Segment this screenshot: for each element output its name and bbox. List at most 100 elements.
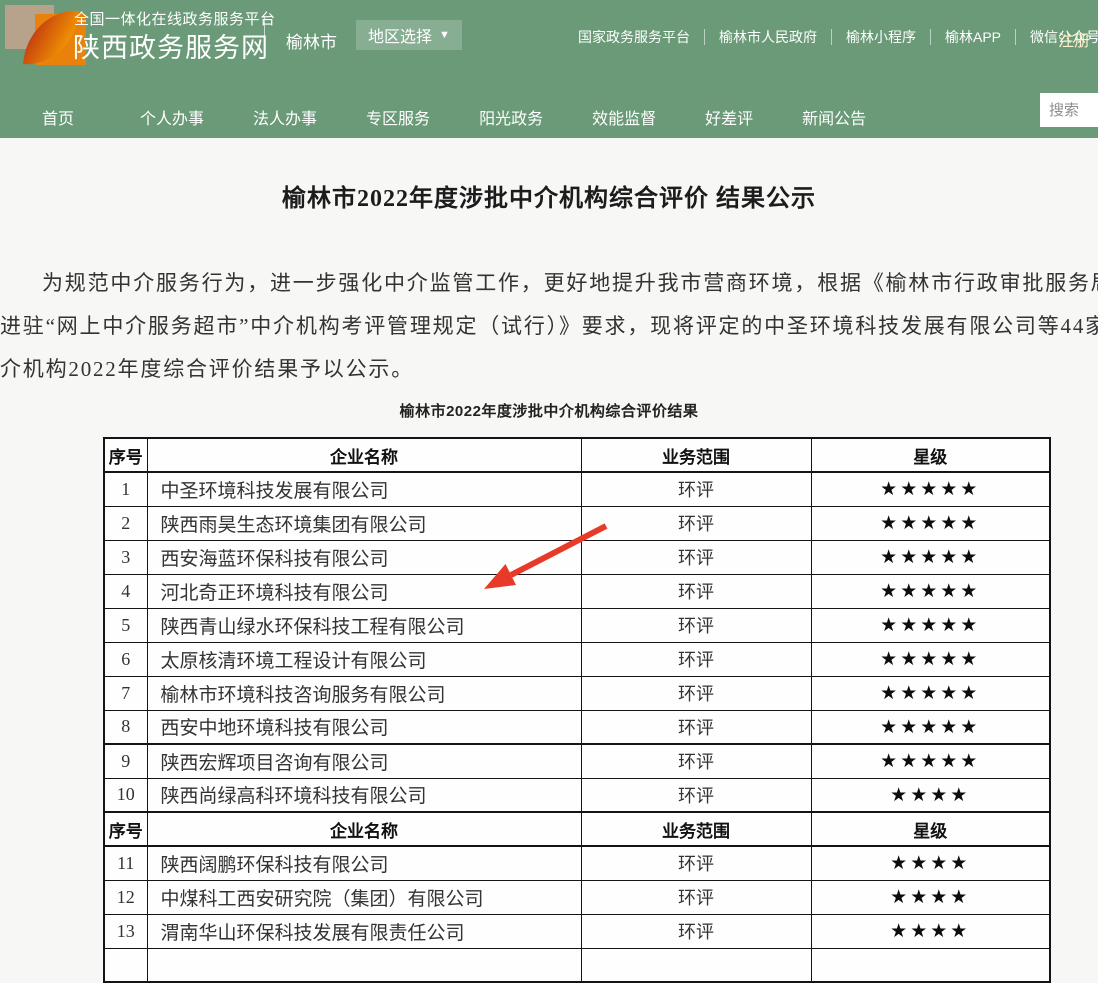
cell-seq: 6: [104, 642, 147, 676]
cell-stars: ★★★★★: [811, 574, 1050, 608]
cell-scope: 环评: [581, 506, 811, 540]
nav-item-efficiency[interactable]: 效能监督: [592, 105, 656, 129]
table-row: 9 陕西宏辉项目咨询有限公司 环评 ★★★★★: [104, 744, 1050, 778]
cell-seq: 7: [104, 676, 147, 710]
table-header-row: 序号 企业名称 业务范围 星级: [104, 812, 1050, 846]
table-row: 4 河北奇正环境科技有限公司 环评 ★★★★★: [104, 574, 1050, 608]
paragraph-line: 介机构2022年度综合评价结果予以公示。: [0, 348, 1098, 391]
cell-company: 渭南华山环保科技发展有限责任公司: [147, 914, 581, 948]
announcement-paragraph: 为规范中介服务行为，进一步强化中介监管工作，更好地提升我市营商环境，根据《榆林市…: [0, 262, 1098, 391]
top-link-national-platform[interactable]: 国家政务服务平台: [578, 29, 705, 45]
cell-scope: 环评: [581, 914, 811, 948]
cell-seq: 8: [104, 710, 147, 744]
cell-stars: ★★★★★: [811, 472, 1050, 506]
top-links: 国家政务服务平台 榆林市人民政府 榆林小程序 榆林APP 微信公众号: [578, 29, 1098, 45]
cell-company: 陕西宏辉项目咨询有限公司: [147, 744, 581, 778]
table-caption: 榆林市2022年度涉批中介机构综合评价结果: [0, 400, 1098, 421]
cell-stars: ★★★★: [811, 846, 1050, 880]
page: { "header": { "platform_small": "全国一体化在线…: [0, 0, 1098, 947]
table-row: 6 太原核清环境工程设计有限公司 环评 ★★★★★: [104, 642, 1050, 676]
cell-company: 陕西雨昊生态环境集团有限公司: [147, 506, 581, 540]
table-row: 7 榆林市环境科技咨询服务有限公司 环评 ★★★★★: [104, 676, 1050, 710]
top-link-city-government[interactable]: 榆林市人民政府: [705, 29, 832, 45]
cell-company: 榆林市环境科技咨询服务有限公司: [147, 676, 581, 710]
cell-scope: 环评: [581, 540, 811, 574]
cell-seq: 4: [104, 574, 147, 608]
table-row: 12 中煤科工西安研究院（集团）有限公司 环评 ★★★★: [104, 880, 1050, 914]
nav-item-rating[interactable]: 好差评: [705, 105, 753, 129]
region-select-label: 地区选择: [368, 23, 432, 47]
cell-seq: 12: [104, 880, 147, 914]
current-city-label: 榆林市: [286, 28, 337, 53]
nav-item-zone-services[interactable]: 专区服务: [366, 105, 430, 129]
cell-stars: ★★★★★: [811, 608, 1050, 642]
cell-company: 西安中地环境科技有限公司: [147, 710, 581, 744]
cell-company: 太原核清环境工程设计有限公司: [147, 642, 581, 676]
chevron-down-icon: ▼: [439, 30, 450, 41]
cell-company: 陕西青山绿水环保科技工程有限公司: [147, 608, 581, 642]
cell-seq: 5: [104, 608, 147, 642]
header-seq: 序号: [104, 438, 147, 472]
nav-item-legal-person[interactable]: 法人办事: [253, 105, 317, 129]
cell-seq: 1: [104, 472, 147, 506]
table-row: 5 陕西青山绿水环保科技工程有限公司 环评 ★★★★★: [104, 608, 1050, 642]
header-stars: 星级: [811, 438, 1050, 472]
header-seq: 序号: [104, 812, 147, 846]
cell-scope: 环评: [581, 846, 811, 880]
cell-company: 陕西阔鹏环保科技有限公司: [147, 846, 581, 880]
register-link[interactable]: 注册: [1058, 27, 1090, 51]
cell-scope: 环评: [581, 642, 811, 676]
cell-seq: 10: [104, 778, 147, 812]
cell-scope: 环评: [581, 744, 811, 778]
nav-item-personal[interactable]: 个人办事: [140, 105, 204, 129]
cell-scope: 环评: [581, 676, 811, 710]
cell-scope: 环评: [581, 778, 811, 812]
table-header-row: 序号 企业名称 业务范围 星级: [104, 438, 1050, 472]
table-row: 1 中圣环境科技发展有限公司 环评 ★★★★★: [104, 472, 1050, 506]
nav-item-open-government[interactable]: 阳光政务: [479, 105, 543, 129]
table-row: 11 陕西阔鹏环保科技有限公司 环评 ★★★★: [104, 846, 1050, 880]
header-stars: 星级: [811, 812, 1050, 846]
page-title: 榆林市2022年度涉批中介机构综合评价 结果公示: [0, 138, 1098, 213]
cell-stars: ★★★★★: [811, 744, 1050, 778]
table-row: 10 陕西尚绿高科环境科技有限公司 环评 ★★★★: [104, 778, 1050, 812]
table-row: 3 西安海蓝环保科技有限公司 环评 ★★★★★: [104, 540, 1050, 574]
site-header: 全国一体化在线政务服务平台 陕西政务服务网 榆林市 地区选择 ▼ 国家政务服务平…: [0, 0, 1098, 138]
site-title: 陕西政务服务网: [73, 26, 269, 65]
cell-seq: 11: [104, 846, 147, 880]
cell-stars: ★★★★: [811, 880, 1050, 914]
table-row: 2 陕西雨昊生态环境集团有限公司 环评 ★★★★★: [104, 506, 1050, 540]
cell-company: 河北奇正环境科技有限公司: [147, 574, 581, 608]
cell-seq: 13: [104, 914, 147, 948]
cell-company: 中煤科工西安研究院（集团）有限公司: [147, 880, 581, 914]
cell-seq: 9: [104, 744, 147, 778]
article-content: 榆林市2022年度涉批中介机构综合评价 结果公示 为规范中介服务行为，进一步强化…: [0, 138, 1098, 983]
nav-item-news[interactable]: 新闻公告: [802, 105, 866, 129]
table-row-partial: [104, 948, 1050, 982]
table-row: 13 渭南华山环保科技发展有限责任公司 环评 ★★★★: [104, 914, 1050, 948]
top-link-app[interactable]: 榆林APP: [931, 29, 1016, 45]
cell-stars: ★★★★★: [811, 540, 1050, 574]
cell-company: 西安海蓝环保科技有限公司: [147, 540, 581, 574]
nav-item-home[interactable]: 首页: [42, 105, 74, 129]
cell-stars: ★★★★: [811, 778, 1050, 812]
cell-stars: ★★★★★: [811, 676, 1050, 710]
cell-scope: 环评: [581, 574, 811, 608]
header-scope: 业务范围: [581, 812, 811, 846]
cell-scope: 环评: [581, 710, 811, 744]
cell-seq: 2: [104, 506, 147, 540]
cell-scope: 环评: [581, 472, 811, 506]
region-select-button[interactable]: 地区选择 ▼: [356, 20, 462, 50]
evaluation-results-table: 序号 企业名称 业务范围 星级 1 中圣环境科技发展有限公司 环评 ★★★★★ …: [103, 437, 1051, 983]
cell-seq: 3: [104, 540, 147, 574]
cell-scope: 环评: [581, 608, 811, 642]
cell-stars: ★★★★★: [811, 506, 1050, 540]
header-divider: [264, 16, 265, 58]
paragraph-line: 进驻“网上中介服务超市”中介机构考评管理规定（试行）》要求，现将评定的中圣环境科…: [0, 305, 1098, 348]
header-company: 企业名称: [147, 438, 581, 472]
header-company: 企业名称: [147, 812, 581, 846]
table-row: 8 西安中地环境科技有限公司 环评 ★★★★★: [104, 710, 1050, 744]
cell-stars: ★★★★★: [811, 710, 1050, 744]
top-link-mini-program[interactable]: 榆林小程序: [832, 29, 931, 45]
search-input[interactable]: [1040, 93, 1098, 127]
